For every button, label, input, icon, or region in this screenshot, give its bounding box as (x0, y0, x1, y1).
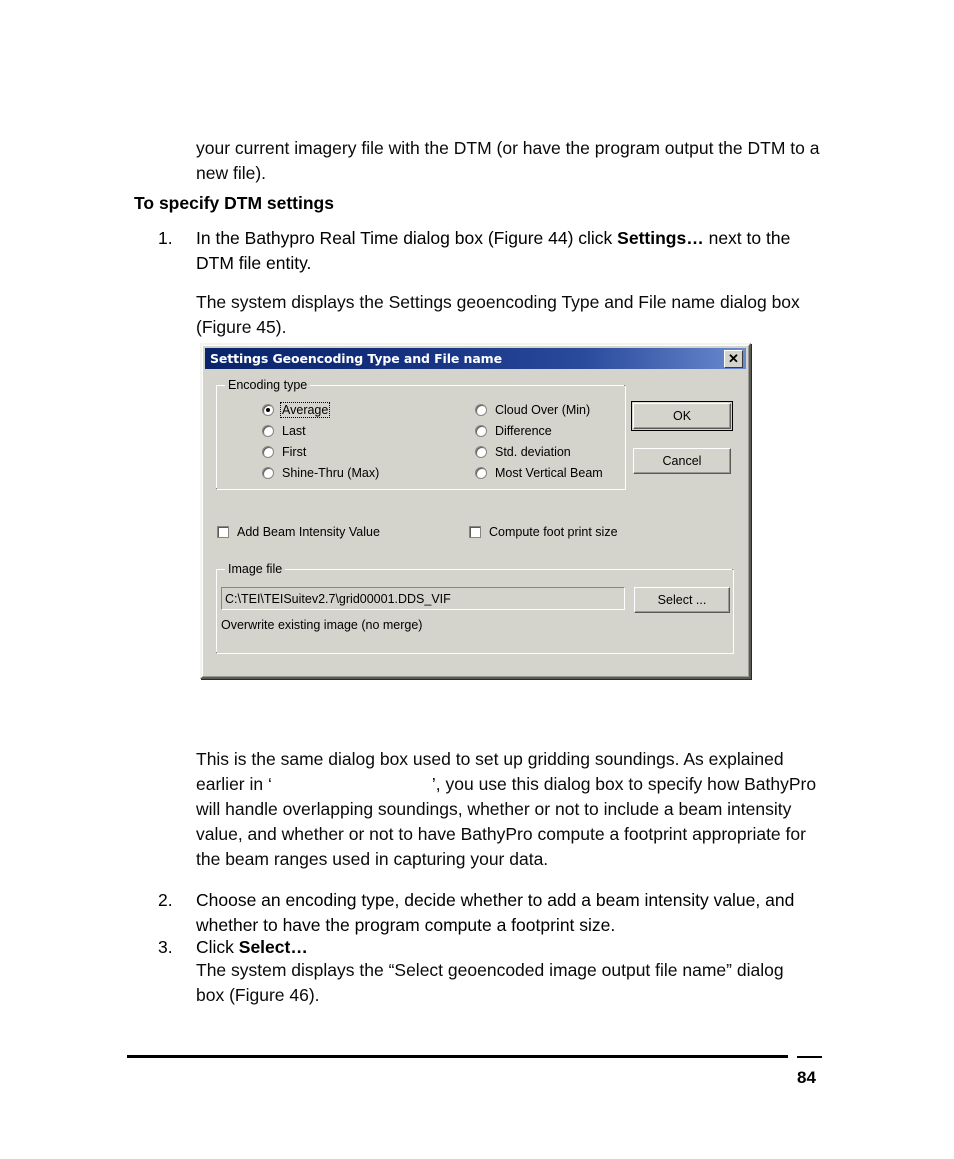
checkbox-compute-foot-print-size-box[interactable] (469, 526, 481, 538)
top-paragraph: your current imagery file with the DTM (… (196, 138, 820, 183)
radio-std-deviation-label: Std. deviation (495, 445, 571, 459)
image-file-path-field[interactable]: C:\TEI\TEISuitev2.7\grid00001.DDS_VIF (221, 587, 625, 610)
checkbox-compute-foot-print-size[interactable]: Compute foot print size (469, 525, 618, 539)
cancel-button[interactable]: Cancel (633, 448, 731, 474)
radio-average-indicator[interactable] (262, 404, 274, 416)
radio-shine-thru-max[interactable]: Shine-Thru (Max) (262, 466, 380, 480)
radio-most-vertical-beam-label: Most Vertical Beam (495, 466, 603, 480)
radio-cloud-over-min-label: Cloud Over (Min) (495, 403, 591, 417)
dialog-title: Settings Geoencoding Type and File name (210, 351, 502, 366)
radio-first-indicator[interactable] (262, 446, 274, 458)
select-button-label: Select ... (657, 593, 707, 607)
radio-difference[interactable]: Difference (475, 424, 553, 438)
radio-std-deviation-indicator[interactable] (475, 446, 487, 458)
ok-button-label: OK (672, 409, 692, 423)
checkbox-add-beam-intensity[interactable]: Add Beam Intensity Value (217, 525, 380, 539)
overwrite-status-text: Overwrite existing image (no merge) (221, 618, 423, 632)
radio-last[interactable]: Last (262, 424, 307, 438)
list-item: 2. Choose an encoding type, decide wheth… (158, 888, 823, 938)
radio-last-label: Last (282, 424, 306, 438)
radio-difference-label: Difference (495, 424, 552, 438)
figure-explanation-paragraph: This is the same dialog box used to set … (196, 747, 821, 872)
checkbox-add-beam-intensity-label: Add Beam Intensity Value (237, 525, 380, 539)
encoding-type-legend: Encoding type (225, 378, 311, 392)
section-heading: To specify DTM settings (134, 193, 334, 213)
figure-explanation-part2: ’, you use this dialog box to specify ho… (196, 774, 817, 869)
list-number: 3. (158, 937, 173, 957)
radio-first[interactable]: First (262, 445, 307, 459)
radio-shine-thru-max-label: Shine-Thru (Max) (282, 466, 380, 480)
radio-shine-thru-max-indicator[interactable] (262, 467, 274, 479)
radio-most-vertical-beam-indicator[interactable] (475, 467, 487, 479)
list-text: In the Bathypro Real Time dialog box (Fi… (196, 226, 823, 276)
radio-cloud-over-min-indicator[interactable] (475, 404, 487, 416)
step1-text-before: In the Bathypro Real Time dialog box (Fi… (196, 228, 618, 248)
radio-difference-indicator[interactable] (475, 425, 487, 437)
radio-cloud-over-min[interactable]: Cloud Over (Min) (475, 403, 591, 417)
radio-std-deviation[interactable]: Std. deviation (475, 445, 572, 459)
page-number: 84 (797, 1068, 816, 1087)
step3-result-paragraph: The system displays the “Select geoencod… (196, 960, 784, 1005)
cancel-button-label: Cancel (662, 454, 702, 468)
select-button[interactable]: Select ... (634, 587, 730, 613)
checkbox-compute-foot-print-size-label: Compute foot print size (489, 525, 618, 539)
document-page: your current imagery file with the DTM (… (0, 0, 954, 1159)
step1-result-paragraph: The system displays the Settings geoenco… (196, 292, 800, 337)
list-number: 1. (158, 228, 173, 248)
radio-first-label: First (282, 445, 307, 459)
radio-average[interactable]: Average (262, 402, 331, 418)
step1-bold-term: Settings… (617, 228, 704, 248)
list-item: 3. Click Select… (158, 935, 823, 960)
footer-divider-short (797, 1056, 822, 1058)
list-item: 1. In the Bathypro Real Time dialog box … (158, 226, 823, 276)
radio-most-vertical-beam[interactable]: Most Vertical Beam (475, 466, 604, 480)
step3-text-before: Click (196, 937, 239, 957)
footer-divider (127, 1055, 788, 1058)
settings-geoencoding-dialog: Settings Geoencoding Type and File name … (200, 343, 751, 679)
checkbox-add-beam-intensity-box[interactable] (217, 526, 229, 538)
radio-average-label: Average (279, 402, 331, 418)
encoding-type-groupbox: Encoding type Average Last First Shine-T… (216, 378, 626, 490)
ok-button[interactable]: OK (631, 401, 733, 431)
step3-bold-term: Select… (238, 937, 308, 957)
list-text: Choose an encoding type, decide whether … (196, 890, 795, 935)
close-icon[interactable]: ✕ (724, 349, 743, 368)
image-file-groupbox: Image file C:\TEI\TEISuitev2.7\grid00001… (216, 562, 734, 654)
dialog-titlebar[interactable]: Settings Geoencoding Type and File name … (205, 348, 746, 369)
list-number: 2. (158, 890, 173, 910)
list-text: Click Select… (196, 935, 823, 960)
image-file-legend: Image file (225, 562, 286, 576)
radio-last-indicator[interactable] (262, 425, 274, 437)
